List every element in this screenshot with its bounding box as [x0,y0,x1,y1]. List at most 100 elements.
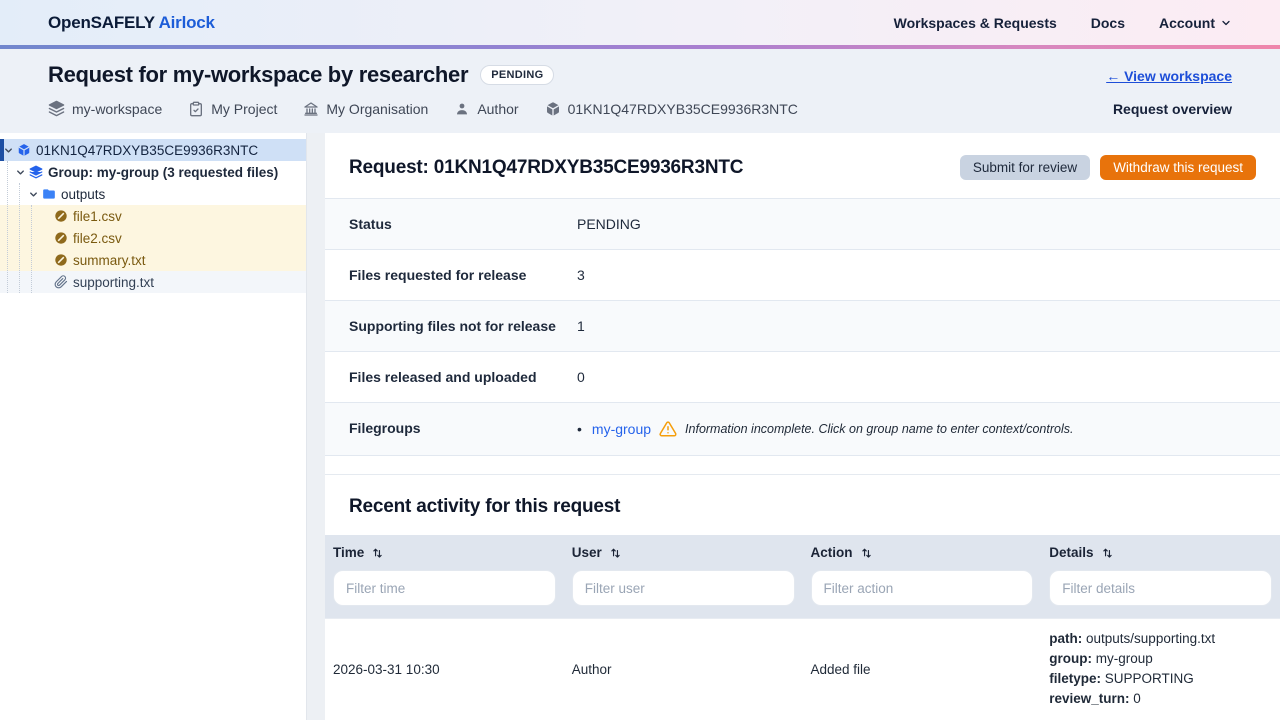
filegroup-link[interactable]: my-group [592,421,651,437]
status-badge: PENDING [480,65,555,85]
recent-activity-section: Recent activity for this request Time Us… [325,474,1280,719]
filegroup-warning-note: Information incomplete. Click on group n… [685,422,1074,436]
detail-line: group: my-group [1049,649,1272,669]
warning-icon [659,420,677,438]
sidebar-scrollbar-gutter[interactable] [306,133,325,720]
chevron-down-icon [1220,17,1232,29]
cube-icon [545,101,561,117]
meta-workspace: my-workspace [48,100,162,117]
sort-icon[interactable] [1101,546,1114,559]
recent-activity-title: Recent activity for this request [349,496,621,517]
submit-for-review-button[interactable]: Submit for review [959,155,1091,180]
filter-user-input[interactable] [571,570,795,606]
tree-guide-line [19,183,20,293]
tree-item-group-my-group[interactable]: Group: my-group (3 requested files) [0,161,306,183]
meta-organisation: My Organisation [303,101,428,117]
meta-project-label: My Project [211,100,278,117]
column-header-time[interactable]: Time [325,535,564,570]
view-workspace-link[interactable]: ← View workspace [1106,68,1232,84]
activity-user-cell: Author [571,661,612,677]
cube-icon [17,143,31,157]
meta-request-id-label: 01KN1Q47RDXYB35CE9936R3NTC [567,100,798,117]
column-label: Details [1049,545,1094,560]
tree-item-label: outputs [61,186,106,202]
tree-item-file1-csv[interactable]: file1.csv [0,205,306,227]
info-row-files-requested: Files requested for release 3 [325,249,1280,300]
info-label: Supporting files not for release [349,318,556,334]
sort-icon[interactable] [371,546,384,559]
detail-key: path: [1049,631,1083,646]
tree-item-supporting-txt[interactable]: supporting.txt [0,271,306,293]
tree-item-file2-csv[interactable]: file2.csv [0,227,306,249]
detail-key: review_turn: [1049,691,1130,706]
nav-account-menu[interactable]: Account [1159,15,1232,31]
chevron-down-icon[interactable] [15,167,26,178]
info-row-supporting-files: Supporting files not for release 1 [325,300,1280,351]
tree-item-request-root[interactable]: 01KN1Q47RDXYB35CE9936R3NTC [0,139,306,161]
sort-icon[interactable] [860,546,873,559]
meta-organisation-label: My Organisation [326,100,429,117]
info-label: Files released and uploaded [349,369,537,385]
chevron-down-icon[interactable] [28,189,39,200]
sort-icon[interactable] [609,546,622,559]
layers-icon [29,165,43,179]
nav-account-label: Account [1159,14,1215,31]
paperclip-icon [54,275,68,289]
bank-icon [303,101,319,117]
tree-item-label: summary.txt [73,252,146,268]
request-info-table: Status PENDING Files requested for relea… [325,198,1280,456]
meta-workspace-label: my-workspace [72,100,163,117]
meta-project: My Project [188,101,277,117]
info-row-status: Status PENDING [325,198,1280,249]
tree-guide-line [31,205,32,293]
detail-value: my-group [1095,651,1153,666]
column-label: Time [333,545,365,560]
column-header-action[interactable]: Action [803,535,1042,570]
meta-request-id: 01KN1Q47RDXYB35CE9936R3NTC [545,101,798,117]
request-main-panel: Request: 01KN1Q47RDXYB35CE9936R3NTC Subm… [325,133,1280,720]
meta-author: Author [454,100,519,117]
tree-guide-line [7,161,8,293]
nav-workspaces-requests[interactable]: Workspaces & Requests [894,15,1057,31]
activity-table-header: Time User Action Details [325,535,1280,570]
info-value: 1 [577,318,585,334]
column-header-user[interactable]: User [564,535,803,570]
folder-icon [42,187,56,201]
info-label: Status [349,216,392,232]
tree-item-label: file1.csv [73,208,122,224]
detail-value: outputs/supporting.txt [1086,631,1216,646]
filter-details-input[interactable] [1049,570,1272,606]
filter-time-input[interactable] [333,570,556,606]
column-label: User [571,545,602,560]
tree-item-summary-txt[interactable]: summary.txt [0,249,306,271]
info-row-files-released: Files released and uploaded 0 [325,351,1280,402]
info-value: 3 [577,267,585,283]
detail-key: filetype: [1049,671,1102,686]
chevron-down-icon[interactable] [3,145,14,156]
request-meta: my-workspace My Project My Organisation … [48,100,798,117]
layers-icon [48,100,65,117]
info-label: Files requested for release [349,267,527,283]
meta-author-label: Author [477,100,519,117]
column-header-details[interactable]: Details [1041,535,1280,570]
brand-secondary: Airlock [158,12,215,32]
detail-value: 0 [1133,691,1141,706]
nav-docs[interactable]: Docs [1091,15,1125,31]
info-row-filegroups: Filegroups my-group Information incomple… [325,402,1280,456]
pending-file-icon [54,231,68,245]
activity-filter-row [325,570,1280,618]
detail-value: SUPPORTING [1104,671,1194,686]
info-value: PENDING [577,216,641,232]
withdraw-request-button[interactable]: Withdraw this request [1100,155,1256,180]
activity-table-row: 2026-03-31 10:30 Author Added file path:… [325,618,1280,719]
detail-key: group: [1049,651,1092,666]
brand-logo[interactable]: OpenSAFELY Airlock [48,13,215,33]
tree-item-folder-outputs[interactable]: outputs [0,183,306,205]
activity-details-cell: path: outputs/supporting.txt group: my-g… [1041,619,1280,719]
detail-line: filetype: SUPPORTING [1049,669,1272,689]
activity-time-cell: 2026-03-31 10:30 [333,661,440,677]
tree-item-label: file2.csv [73,230,122,246]
tree-item-label: supporting.txt [73,274,155,290]
filter-action-input[interactable] [810,570,1034,606]
info-label: Filegroups [349,420,421,436]
